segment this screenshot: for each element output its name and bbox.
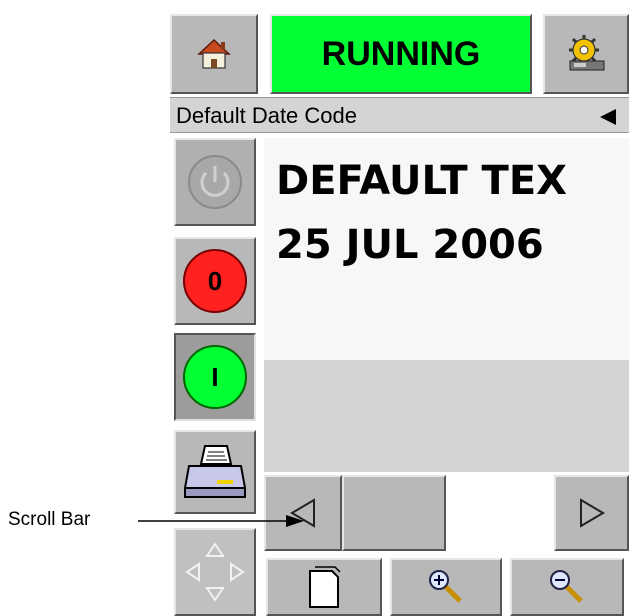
zoom-in-icon xyxy=(429,570,462,603)
callout-arrow xyxy=(138,515,304,527)
new-document-button[interactable] xyxy=(266,558,382,616)
callout-label: Scroll Bar xyxy=(8,509,91,530)
printer-icon xyxy=(183,445,247,498)
navigate-button[interactable] xyxy=(174,528,256,616)
zoom-out-button[interactable] xyxy=(510,558,624,616)
status-label: RUNNING xyxy=(321,34,481,73)
setup-gear-icon xyxy=(569,35,605,71)
stop-button[interactable]: 0 xyxy=(174,237,256,325)
power-button[interactable] xyxy=(174,138,256,226)
scroll-right-button[interactable] xyxy=(554,475,629,551)
job-bar: Default Date Code xyxy=(170,97,629,133)
message-canvas-bg xyxy=(264,360,629,472)
start-button[interactable]: I xyxy=(174,333,256,421)
stop-icon: 0 xyxy=(183,249,247,313)
stop-label: 0 xyxy=(207,265,223,296)
status-indicator[interactable]: RUNNING xyxy=(270,14,532,94)
message-line-2: 25 JUL 2006 xyxy=(276,222,544,268)
scroll-track[interactable] xyxy=(446,475,554,551)
message-line-1: DEFAULT TEX xyxy=(276,158,567,204)
home-icon xyxy=(197,38,231,69)
scroll-thumb[interactable] xyxy=(342,475,446,551)
triangle-left-icon[interactable] xyxy=(598,108,618,126)
new-document-icon xyxy=(309,566,341,608)
start-icon: I xyxy=(183,345,247,409)
home-button[interactable] xyxy=(170,14,258,94)
power-icon xyxy=(188,155,242,209)
start-label: I xyxy=(211,361,219,392)
zoom-out-icon xyxy=(550,570,583,603)
scroll-right-icon xyxy=(579,498,605,528)
setup-button[interactable] xyxy=(543,14,629,94)
message-preview[interactable]: DEFAULT TEX 25 JUL 2006 xyxy=(264,138,629,360)
zoom-in-button[interactable] xyxy=(390,558,502,616)
print-button[interactable] xyxy=(174,430,256,514)
four-way-arrows-icon xyxy=(185,542,245,602)
job-name: Default Date Code xyxy=(176,103,357,128)
